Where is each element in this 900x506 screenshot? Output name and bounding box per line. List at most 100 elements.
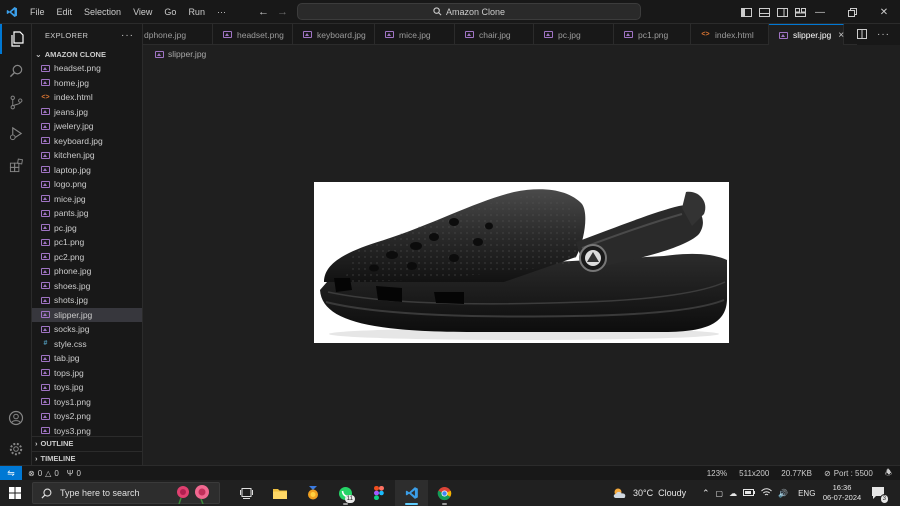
hero-app-icon[interactable]	[296, 480, 329, 506]
battery-icon[interactable]	[743, 488, 756, 498]
image-file-icon	[223, 31, 232, 38]
wifi-icon[interactable]	[761, 487, 772, 499]
vscode-taskbar-icon[interactable]	[395, 480, 428, 506]
tab-dphone-jpg[interactable]: dphone.jpg	[143, 24, 213, 45]
breadcrumb-file[interactable]: slipper.jpg	[168, 49, 206, 59]
file-item[interactable]: socks.jpg	[32, 322, 142, 337]
close-window-icon[interactable]: ✕	[868, 0, 900, 24]
whatsapp-icon[interactable]: 11	[329, 480, 362, 506]
remote-indicator-icon[interactable]: ⇋	[0, 465, 22, 481]
notification-center-icon[interactable]: 3	[871, 486, 889, 504]
back-arrow-icon[interactable]: ←	[258, 0, 269, 24]
meet-now-icon[interactable]: ▢	[716, 489, 724, 498]
toggle-secondary-sidebar-icon[interactable]	[776, 0, 788, 24]
tab-slipper-jpg[interactable]: slipper.jpg ×	[769, 24, 844, 45]
file-item[interactable]: toys2.png	[32, 409, 142, 424]
command-center-search[interactable]: Amazon Clone	[297, 3, 641, 20]
file-item[interactable]: laptop.jpg	[32, 163, 142, 178]
menu-go[interactable]: Go	[158, 0, 182, 24]
tab-label: pc1.png	[638, 29, 669, 40]
file-name: logo.png	[54, 179, 87, 190]
tab-mice-jpg[interactable]: mice.jpg	[375, 24, 455, 45]
volume-icon[interactable]: 🔊	[778, 489, 788, 498]
file-item[interactable]: logo.png	[32, 177, 142, 192]
menu-selection[interactable]: Selection	[78, 0, 127, 24]
image-file-icon	[41, 398, 50, 406]
outline-section[interactable]: › OUTLINE	[32, 436, 142, 450]
file-item[interactable]: jwelery.jpg	[32, 119, 142, 134]
tab-chair-jpg[interactable]: chair.jpg	[455, 24, 534, 45]
extensions-icon[interactable]	[0, 150, 32, 180]
file-item[interactable]: jeans.jpg	[32, 105, 142, 120]
toggle-panel-icon[interactable]	[758, 0, 770, 24]
file-item[interactable]: shots.jpg	[32, 293, 142, 308]
file-item[interactable]: keyboard.jpg	[32, 134, 142, 149]
file-item[interactable]: mice.jpg	[32, 192, 142, 207]
source-control-icon[interactable]	[0, 87, 32, 117]
notifications-bell-icon[interactable]: 🕭	[885, 467, 892, 481]
show-hidden-icons-chevron-icon[interactable]: ⌃	[702, 488, 710, 499]
vscode-logo-icon[interactable]	[0, 0, 24, 24]
split-editor-icon[interactable]	[857, 28, 867, 41]
file-item[interactable]: <> index.html	[32, 90, 142, 105]
taskbar-search-box[interactable]: Type here to search	[32, 482, 220, 505]
task-view-icon[interactable]	[230, 480, 263, 506]
menu-view[interactable]: View	[127, 0, 158, 24]
css-file-icon: #	[43, 340, 48, 348]
zoom-level[interactable]: 123%	[707, 469, 727, 478]
settings-gear-icon[interactable]	[0, 434, 32, 464]
file-item[interactable]: shoes.jpg	[32, 279, 142, 294]
chrome-icon[interactable]	[428, 480, 461, 506]
file-item[interactable]: # style.css	[32, 337, 142, 352]
file-item[interactable]: headset.png	[32, 61, 142, 76]
restore-icon[interactable]	[836, 0, 868, 24]
more-actions-icon[interactable]: ···	[877, 29, 890, 40]
file-item[interactable]: toys.jpg	[32, 380, 142, 395]
tab-pc-jpg[interactable]: pc.jpg	[534, 24, 614, 45]
file-item[interactable]: toys1.png	[32, 395, 142, 410]
figma-icon[interactable]	[362, 480, 395, 506]
tab-pc1-png[interactable]: pc1.png	[614, 24, 691, 45]
more-actions-icon[interactable]: ···	[121, 30, 134, 41]
layout-controls	[740, 0, 806, 24]
onedrive-cloud-icon[interactable]: ☁	[729, 489, 737, 498]
tab-index-html[interactable]: <> index.html	[691, 24, 769, 45]
ports-indicator[interactable]: Ψ 0	[67, 469, 81, 478]
tab-keyboard-jpg[interactable]: keyboard.jpg	[293, 24, 375, 45]
minimize-icon[interactable]: —	[804, 0, 836, 24]
account-icon[interactable]	[0, 403, 32, 433]
menu-edit[interactable]: Edit	[51, 0, 79, 24]
menu-more[interactable]: ···	[211, 0, 232, 24]
file-item[interactable]: phone.jpg	[32, 264, 142, 279]
file-explorer-icon[interactable]	[263, 480, 296, 506]
timeline-section[interactable]: › TIMELINE	[32, 451, 142, 465]
windows-start-icon[interactable]	[0, 480, 30, 506]
file-item[interactable]: pc1.png	[32, 235, 142, 250]
run-debug-icon[interactable]	[0, 118, 32, 148]
project-folder-header[interactable]: ⌄ AMAZON CLONE	[32, 47, 142, 61]
file-item[interactable]: pc2.png	[32, 250, 142, 265]
close-tab-icon[interactable]: ×	[838, 30, 844, 41]
file-item[interactable]: home.jpg	[32, 76, 142, 91]
file-item[interactable]: tops.jpg	[32, 366, 142, 381]
explorer-icon[interactable]	[0, 24, 32, 54]
file-item[interactable]: pc.jpg	[32, 221, 142, 236]
file-item[interactable]: slipper.jpg	[32, 307, 142, 322]
live-server-port[interactable]: ⊘ Port : 5500	[824, 469, 873, 478]
file-item[interactable]: kitchen.jpg	[32, 148, 142, 163]
html-file-icon: <>	[41, 93, 50, 101]
toggle-sidebar-icon[interactable]	[740, 0, 752, 24]
forward-arrow-icon[interactable]: →	[277, 0, 288, 24]
tab-headset-png[interactable]: headset.png	[213, 24, 293, 45]
menu-run[interactable]: Run	[182, 0, 211, 24]
search-view-icon[interactable]	[0, 56, 32, 86]
menu-file[interactable]: File	[24, 0, 51, 24]
weather-widget[interactable]: 30°C Cloudy	[612, 480, 686, 506]
problems-indicator[interactable]: ⊗ 0 △ 0	[28, 469, 59, 478]
image-preview	[314, 182, 729, 343]
input-language[interactable]: ENG	[798, 489, 815, 498]
file-item[interactable]: pants.jpg	[32, 206, 142, 221]
file-item[interactable]: tab.jpg	[32, 351, 142, 366]
search-icon	[41, 488, 52, 499]
taskbar-clock[interactable]: 16:36 06-07-2024	[820, 483, 864, 503]
